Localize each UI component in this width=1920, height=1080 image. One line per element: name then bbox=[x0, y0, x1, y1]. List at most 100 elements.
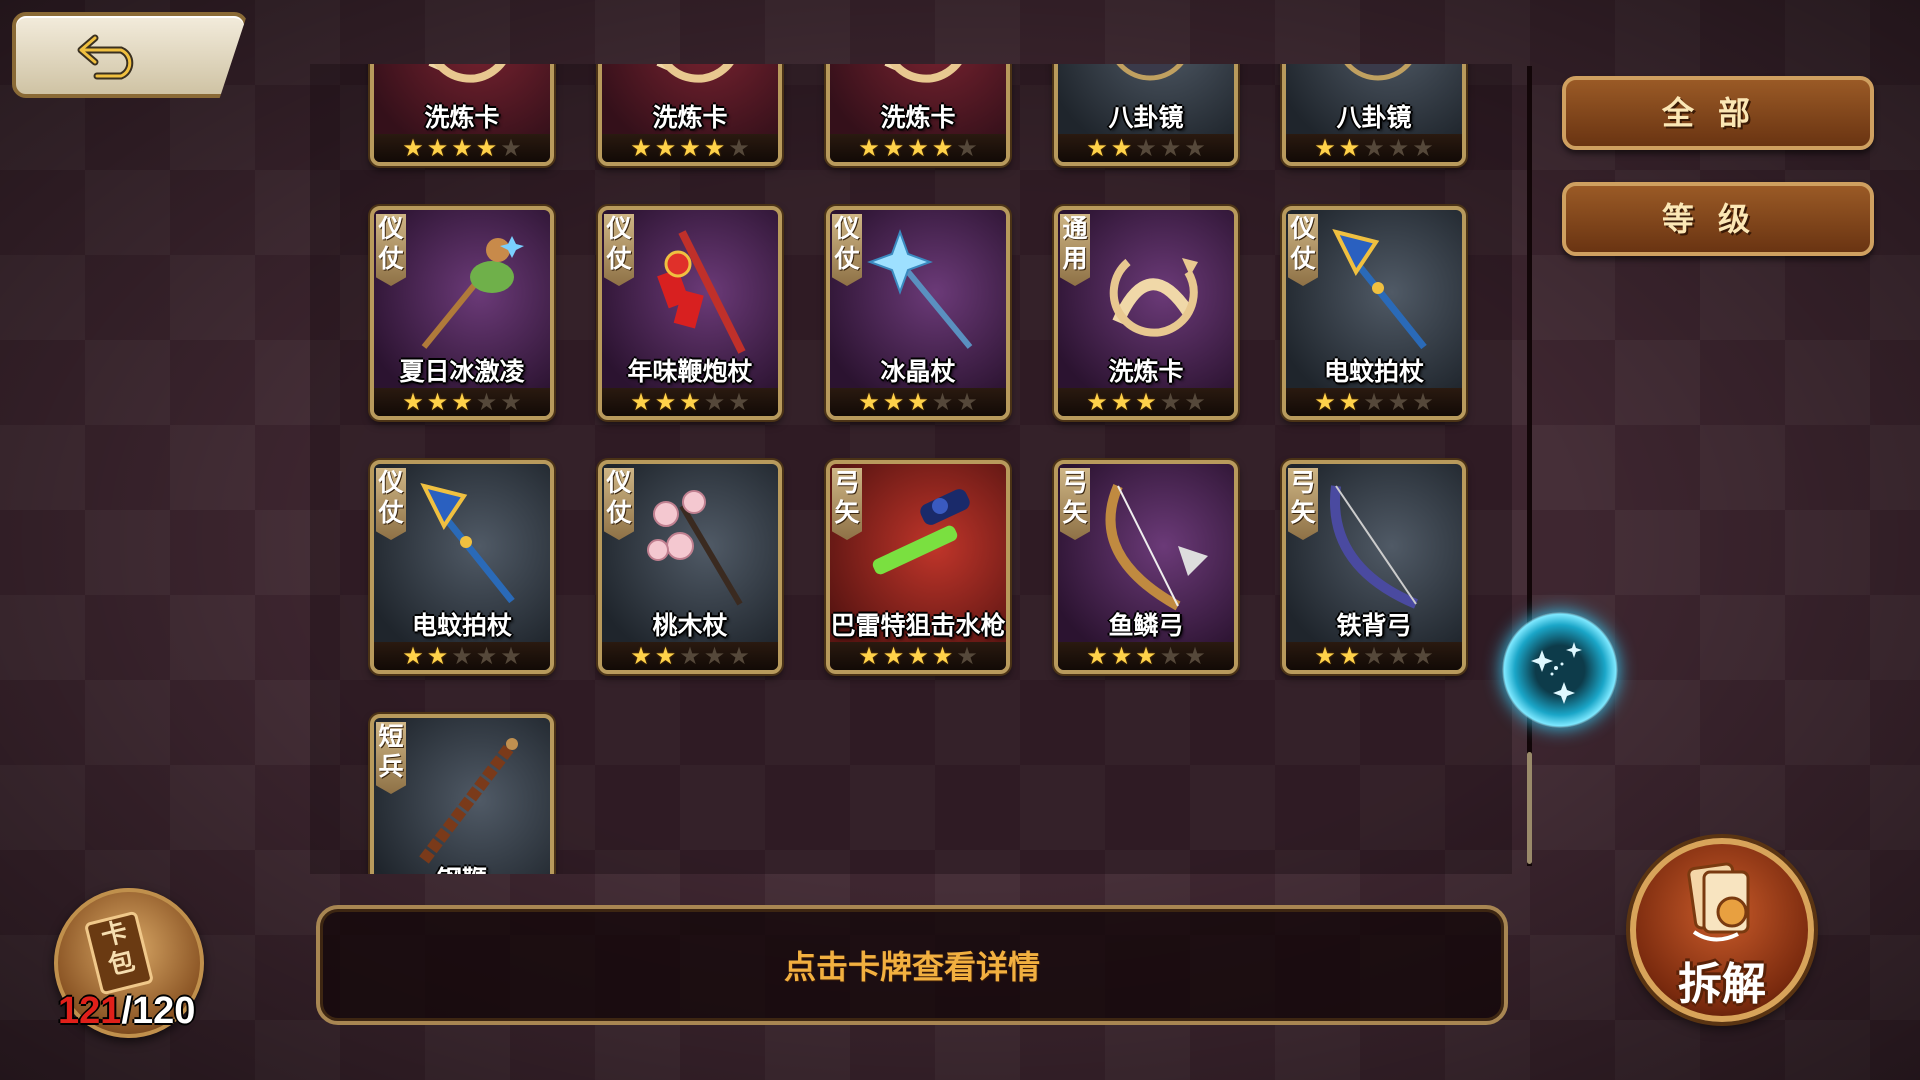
item-card[interactable]: 仪仗 桃木杖 ★ ★ ★ ★ ★ bbox=[598, 460, 782, 674]
star-icon: ★ bbox=[654, 134, 677, 162]
star-icon: ★ bbox=[956, 388, 978, 416]
star-icon: ★ bbox=[1159, 388, 1182, 416]
star-icon: ★ bbox=[654, 388, 677, 416]
star-icon: ★ bbox=[1387, 642, 1410, 670]
item-card[interactable]: 洗炼卡 ★ ★ ★ ★ ★ bbox=[370, 64, 554, 166]
star-icon: ★ bbox=[1363, 134, 1385, 162]
filter-all-button[interactable]: 全部 bbox=[1562, 76, 1874, 150]
item-card[interactable]: 八卦镜 ★ ★ ★ ★ ★ bbox=[1282, 64, 1466, 166]
card-name: 铁背弓 bbox=[1336, 611, 1412, 640]
item-card[interactable]: 洗炼卡 ★ ★ ★ ★ ★ bbox=[598, 64, 782, 166]
star-icon: ★ bbox=[1086, 388, 1108, 416]
star-icon: ★ bbox=[679, 642, 701, 670]
star-icon: ★ bbox=[907, 388, 929, 416]
card-name: 洗炼卡 bbox=[424, 103, 500, 132]
item-card[interactable]: 短兵钢鞭★★★★★ bbox=[370, 714, 554, 874]
disassemble-button[interactable]: 拆解 bbox=[1630, 838, 1814, 1022]
card-type-badge: 仪仗 bbox=[604, 468, 634, 540]
star-icon: ★ bbox=[931, 134, 954, 162]
refine-card-icon bbox=[1109, 258, 1198, 337]
star-icon: ★ bbox=[426, 642, 449, 670]
star-icon: ★ bbox=[500, 134, 522, 162]
scrollbar-thumb[interactable] bbox=[1527, 752, 1532, 864]
star-icon: ★ bbox=[931, 642, 954, 670]
card-star-rating: ★ ★ ★ ★ ★ bbox=[1058, 642, 1234, 670]
card-count: 121/120 bbox=[58, 990, 195, 1033]
card-name: 冰晶杖 bbox=[880, 357, 956, 386]
card-star-rating: ★ ★ ★ ★ ★ bbox=[374, 134, 550, 162]
iron-back-bow-icon bbox=[1330, 485, 1418, 609]
star-icon: ★ bbox=[728, 642, 750, 670]
card-grid-panel[interactable]: 洗炼卡 ★ ★ ★ ★ ★ 洗炼卡 ★ ★ ★ ★ ★ 洗炼卡 ★ ★ ★ ★ ★ 八卦镜 ★ ★ ★ ★ ★ 八卦镜 ★ ★ ★ ★ ★… bbox=[310, 64, 1512, 874]
star-icon: ★ bbox=[1135, 642, 1157, 670]
star-icon: ★ bbox=[630, 642, 652, 670]
scrollbar-track[interactable] bbox=[1527, 66, 1532, 866]
card-star-rating: ★ ★ ★ ★ ★ bbox=[1286, 642, 1462, 670]
item-card[interactable]: 洗炼卡 ★ ★ ★ ★ ★ bbox=[826, 64, 1010, 166]
star-icon: ★ bbox=[882, 134, 905, 162]
star-icon: ★ bbox=[1184, 642, 1206, 670]
star-icon: ★ bbox=[1184, 388, 1206, 416]
star-icon: ★ bbox=[451, 388, 473, 416]
star-icon: ★ bbox=[858, 134, 880, 162]
disassemble-label: 拆解 bbox=[1678, 959, 1766, 1010]
peach-wood-staff-icon bbox=[647, 490, 743, 606]
card-grid: 洗炼卡 ★ ★ ★ ★ ★ 洗炼卡 ★ ★ ★ ★ ★ 洗炼卡 ★ ★ ★ ★ ★ 八卦镜 ★ ★ ★ ★ ★ 八卦镜 ★ ★ ★ ★ ★… bbox=[370, 64, 1466, 874]
back-button[interactable] bbox=[12, 12, 248, 98]
card-name: 洗炼卡 bbox=[1108, 357, 1184, 386]
card-count-max: /120 bbox=[121, 990, 196, 1032]
star-icon: ★ bbox=[728, 134, 750, 162]
star-icon: ★ bbox=[679, 388, 701, 416]
star-icon: ★ bbox=[1184, 134, 1206, 162]
card-type-badge: 通用 bbox=[1060, 214, 1090, 286]
fly-swatter-staff-icon bbox=[1332, 229, 1427, 350]
star-icon: ★ bbox=[475, 642, 498, 670]
water-sniper-gun-icon bbox=[872, 489, 970, 575]
star-icon: ★ bbox=[426, 388, 449, 416]
star-icon: ★ bbox=[1363, 642, 1385, 670]
item-card[interactable]: 仪仗 冰晶杖 ★ ★ ★ ★ ★ bbox=[826, 206, 1010, 420]
star-icon: ★ bbox=[956, 642, 978, 670]
star-icon: ★ bbox=[1086, 642, 1108, 670]
card-name: 洗炼卡 bbox=[880, 103, 956, 132]
ice-cream-staff-icon bbox=[421, 236, 524, 349]
card-name: 年味鞭炮杖 bbox=[627, 357, 753, 386]
card-name: 电蚊拍杖 bbox=[1323, 357, 1424, 386]
item-card[interactable]: 弓矢 铁背弓 ★ ★ ★ ★ ★ bbox=[1282, 460, 1466, 674]
star-icon: ★ bbox=[500, 642, 522, 670]
card-star-rating: ★ ★ ★ ★ ★ bbox=[830, 388, 1006, 416]
item-card[interactable]: 八卦镜 ★ ★ ★ ★ ★ bbox=[1054, 64, 1238, 166]
card-star-rating: ★ ★ ★ ★ ★ bbox=[1286, 134, 1462, 162]
item-card[interactable]: 仪仗 年味鞭炮杖 ★ ★ ★ ★ ★ bbox=[598, 206, 782, 420]
star-icon: ★ bbox=[1363, 388, 1385, 416]
card-type-badge: 仪仗 bbox=[1288, 214, 1318, 286]
star-icon: ★ bbox=[1338, 642, 1361, 670]
card-star-rating: ★ ★ ★ ★ ★ bbox=[602, 388, 778, 416]
star-icon: ★ bbox=[1086, 134, 1108, 162]
card-star-rating: ★ ★ ★ ★ ★ bbox=[1286, 388, 1462, 416]
star-icon: ★ bbox=[426, 134, 449, 162]
star-icon: ★ bbox=[703, 134, 726, 162]
floating-assistant-orb[interactable] bbox=[1502, 612, 1618, 728]
star-icon: ★ bbox=[1412, 388, 1434, 416]
card-type-badge: 弓矢 bbox=[832, 468, 862, 540]
star-icon: ★ bbox=[1110, 642, 1133, 670]
star-icon: ★ bbox=[703, 388, 726, 416]
info-hint-text: 点击卡牌查看详情 bbox=[783, 948, 1040, 986]
star-icon: ★ bbox=[1314, 388, 1336, 416]
star-icon: ★ bbox=[679, 134, 701, 162]
item-card[interactable]: 仪仗 夏日冰激凌 ★ ★ ★ ★ ★ bbox=[370, 206, 554, 420]
card-type-badge: 仪仗 bbox=[376, 468, 406, 540]
item-card[interactable]: 弓矢 巴雷特狙击水枪 ★ ★ ★ ★ ★ bbox=[826, 460, 1010, 674]
item-card[interactable]: 弓矢 鱼鳞弓 ★ ★ ★ ★ ★ bbox=[1054, 460, 1238, 674]
card-pack-label: 卡包 bbox=[83, 910, 155, 996]
item-card[interactable]: 仪仗 电蚊拍杖 ★ ★ ★ ★ ★ bbox=[370, 460, 554, 674]
star-icon: ★ bbox=[475, 388, 498, 416]
sparkle-icon bbox=[1531, 642, 1582, 704]
star-icon: ★ bbox=[630, 134, 652, 162]
card-name: 八卦镜 bbox=[1336, 103, 1412, 132]
item-card[interactable]: 仪仗 电蚊拍杖 ★ ★ ★ ★ ★ bbox=[1282, 206, 1466, 420]
filter-level-button[interactable]: 等级 bbox=[1562, 182, 1874, 256]
star-icon: ★ bbox=[1387, 134, 1410, 162]
item-card[interactable]: 通用 洗炼卡 ★ ★ ★ ★ ★ bbox=[1054, 206, 1238, 420]
